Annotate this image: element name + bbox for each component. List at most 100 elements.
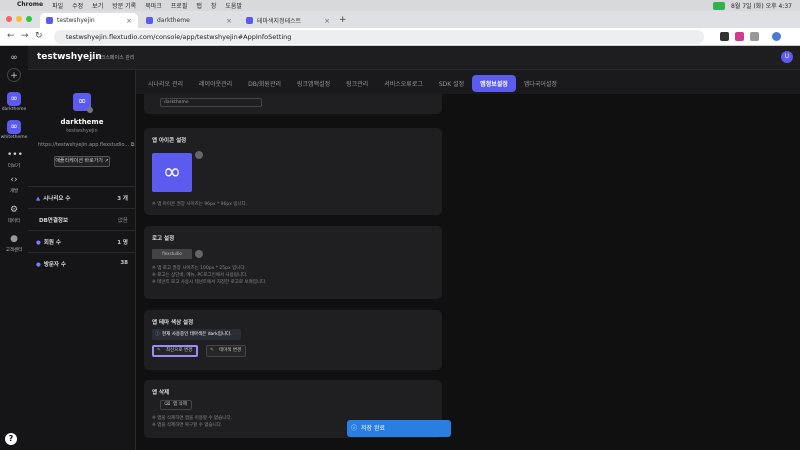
stat-visitors: ● 방문자 수 38 bbox=[28, 252, 136, 274]
theme-info-banner: 현재 사용중인 테마색은 dark입니다. bbox=[152, 329, 241, 340]
scenario-icon: ▲ bbox=[36, 196, 41, 202]
reload-icon[interactable]: ↻ bbox=[35, 31, 43, 41]
console-tabs: 시나리오 관리 레이아웃관리 DB/회원관리 링크앱맥설정 링크관리 서비스오류… bbox=[140, 72, 565, 94]
clock[interactable]: 8월 7일 (화) 오후 4:37 bbox=[731, 1, 792, 10]
profile-icon[interactable] bbox=[772, 32, 781, 41]
menu-item[interactable]: 프로필 bbox=[171, 1, 188, 10]
rail-item-data[interactable]: ⚙ 데이터 bbox=[0, 203, 28, 224]
extension-icon[interactable] bbox=[735, 32, 744, 41]
url-input[interactable]: testwshyejin.flextudio.com/console/app/t… bbox=[54, 30, 704, 44]
gear-icon[interactable] bbox=[87, 107, 93, 113]
logo-preview[interactable]: flexstudio bbox=[152, 249, 192, 259]
menu-item[interactable]: 탭 bbox=[196, 1, 202, 10]
apply-latest-theme-button[interactable]: ✎ 최신으로 변경 bbox=[152, 345, 199, 357]
tab-db-member[interactable]: DB/회원관리 bbox=[240, 75, 289, 92]
tab-app-info[interactable]: 앱정보설정 bbox=[472, 74, 516, 92]
rail-item-darktheme[interactable]: ∞ darktheme bbox=[0, 92, 28, 112]
menu-item[interactable]: 방문 기록 bbox=[112, 1, 136, 10]
tab-scenario[interactable]: 시나리오 관리 bbox=[140, 75, 191, 92]
trash-icon: ⌫ bbox=[164, 402, 171, 407]
menu-item[interactable]: 창 bbox=[211, 1, 217, 10]
rail-label: whitetheme bbox=[0, 135, 28, 140]
rail-label: 데이터 bbox=[7, 219, 21, 224]
minimize-window-icon[interactable] bbox=[16, 16, 22, 22]
edit-icon[interactable] bbox=[195, 151, 203, 159]
rail-label: 고객센터 bbox=[5, 248, 23, 253]
browser-tab[interactable]: darktheme × bbox=[140, 13, 238, 28]
menu-item[interactable]: 도움말 bbox=[225, 1, 242, 10]
copy-icon[interactable]: ⧉ bbox=[131, 142, 135, 148]
tab-label: testwshyejin bbox=[57, 17, 95, 24]
rail-item-whitetheme[interactable]: ∞ whitetheme bbox=[0, 120, 28, 140]
tab-link-app[interactable]: 링크앱맥설정 bbox=[289, 75, 338, 92]
new-tab-button[interactable]: + bbox=[339, 15, 347, 25]
stat-label: 방문자 수 bbox=[43, 262, 66, 268]
browser-tab[interactable]: 테마색지정테스트 × bbox=[240, 13, 336, 28]
rail-label: 더보기 bbox=[7, 164, 21, 169]
back-arrow-icon[interactable]: ← bbox=[7, 31, 15, 41]
browser-tab[interactable]: testwshyejin × bbox=[40, 13, 138, 28]
favicon-icon bbox=[246, 17, 253, 24]
extension-icon[interactable] bbox=[720, 32, 729, 41]
rail-add[interactable]: + bbox=[0, 68, 28, 83]
stat-members: ● 회원 수 1 명 bbox=[28, 230, 136, 252]
close-tab-icon[interactable]: × bbox=[126, 17, 132, 25]
zoom-window-icon[interactable] bbox=[26, 16, 32, 22]
delete-app-button[interactable]: ⌫ 앱 삭제 bbox=[160, 400, 192, 410]
card-note: ※ 앱 로고 권장 사이즈는 100px * 25px 입니다. bbox=[152, 266, 246, 271]
app-name-input[interactable]: darktheme bbox=[160, 98, 262, 107]
rail-item-more[interactable]: ••• 더보기 bbox=[0, 148, 28, 169]
save-toast: 저장 완료 bbox=[347, 420, 451, 437]
mac-status-area: 8월 7일 (화) 오후 4:37 bbox=[712, 1, 792, 10]
mac-menus: Chrome 파일 수정 보기 방문 기록 북마크 프로필 탭 창 도움말 bbox=[17, 1, 242, 10]
members-icon: ● bbox=[36, 240, 41, 246]
url-text: testwshyejin.flextudio.com/console/app/t… bbox=[66, 33, 292, 41]
close-window-icon[interactable] bbox=[6, 16, 12, 22]
tab-label: darktheme bbox=[157, 17, 190, 24]
stat-label: 시나리오 수 bbox=[43, 196, 71, 202]
logo-card: 로고 설정 flexstudio ※ 앱 로고 권장 사이즈는 100px * … bbox=[144, 226, 442, 299]
app-rail: ∞ + ∞ darktheme ∞ whitetheme ••• 더보기 ‹› … bbox=[0, 46, 28, 450]
extension-icon[interactable] bbox=[750, 32, 759, 41]
rail-logo[interactable]: ∞ bbox=[0, 51, 28, 66]
menu-item[interactable]: 수정 bbox=[72, 1, 83, 10]
rail-label: darktheme bbox=[1, 107, 27, 112]
tab-app-i18n[interactable]: 앱다국어설정 bbox=[516, 75, 565, 92]
screen-record-icon[interactable] bbox=[712, 1, 725, 10]
rail-item-dev[interactable]: ‹› 개발 bbox=[0, 173, 28, 194]
flextudio-logo-icon: ∞ bbox=[10, 53, 18, 63]
menu-item[interactable]: 북마크 bbox=[145, 1, 162, 10]
stat-value: 38 bbox=[120, 260, 128, 266]
close-tab-icon[interactable]: × bbox=[226, 17, 232, 25]
stat-value: 없음 bbox=[117, 218, 128, 224]
workspace-manage-link[interactable]: ⚙ 워크스페이스 관리 bbox=[90, 54, 134, 61]
favicon-icon bbox=[146, 17, 153, 24]
close-tab-icon[interactable]: × bbox=[324, 17, 330, 25]
user-avatar[interactable]: U bbox=[781, 51, 793, 63]
rail-label: 개발 bbox=[9, 189, 19, 194]
help-button[interactable]: ? bbox=[5, 433, 17, 445]
tab-error-log[interactable]: 서비스오류로그 bbox=[376, 75, 431, 92]
data-gear-icon: ⚙ bbox=[9, 205, 19, 215]
card-title: 앱 아이콘 설정 bbox=[152, 138, 187, 144]
stat-label: 회원 수 bbox=[43, 240, 61, 246]
card-note: ※ 앱을 삭제하면 복구할 수 없습니다. bbox=[152, 423, 223, 428]
tab-sdk[interactable]: SDK 설정 bbox=[431, 75, 472, 92]
forward-arrow-icon[interactable]: → bbox=[21, 31, 29, 41]
menu-item[interactable]: 보기 bbox=[92, 1, 103, 10]
app-icon-preview[interactable]: ∞ bbox=[152, 153, 192, 192]
card-note: ※ 테넌트 로고 사용시 테넌트에서 지정한 로고로 보여집니다. bbox=[152, 280, 267, 285]
menu-item[interactable]: 파일 bbox=[52, 1, 63, 10]
tab-layout[interactable]: 레이아웃관리 bbox=[191, 75, 240, 92]
edit-icon[interactable] bbox=[195, 250, 203, 258]
goto-app-button[interactable]: 애플리케이션 바로가기 ↗ bbox=[54, 156, 110, 167]
change-theme-button[interactable]: ✎ 테마색 변경 bbox=[206, 345, 247, 357]
tab-link[interactable]: 링크관리 bbox=[338, 75, 376, 92]
menu-item[interactable]: Chrome bbox=[17, 1, 43, 10]
rail-item-support[interactable]: ● 고객센터 bbox=[0, 232, 28, 253]
edit-icon: ✎ bbox=[157, 348, 161, 353]
app-name: darktheme bbox=[60, 118, 104, 126]
theme-card: 앱 테마 색상 설정 현재 사용중인 테마색은 dark입니다. ✎ 최신으로 변… bbox=[144, 310, 442, 370]
app-icon-card: 앱 아이콘 설정 ∞ ※ 앱 아이콘 권장 사이즈는 96px * 96px 입… bbox=[144, 128, 442, 215]
card-note: ※ 앱 아이콘 권장 사이즈는 96px * 96px 입니다. bbox=[152, 202, 248, 207]
